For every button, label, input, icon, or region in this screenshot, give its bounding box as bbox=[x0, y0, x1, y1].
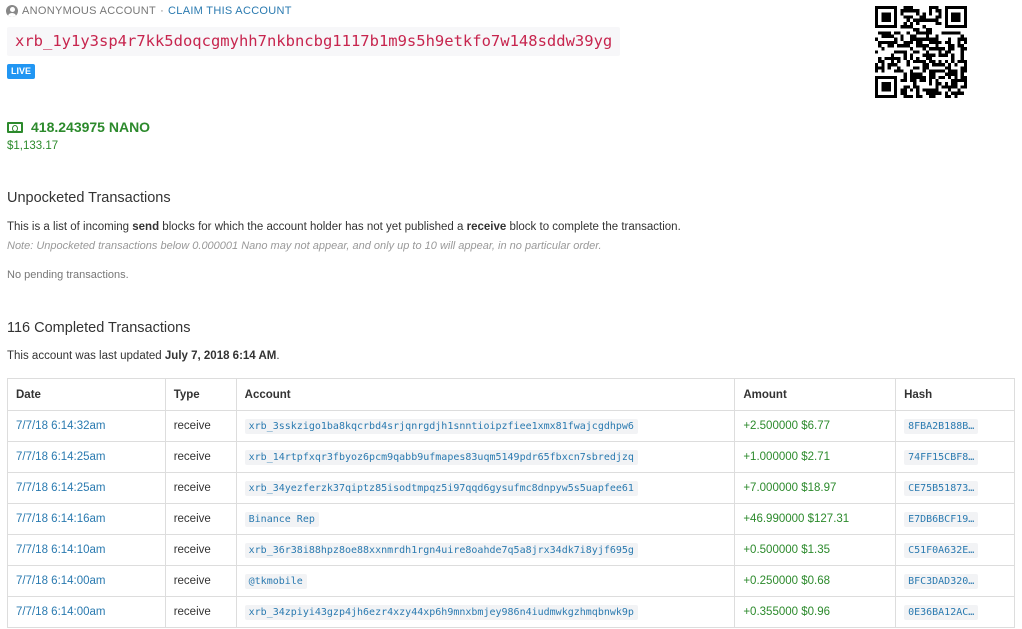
tx-type: receive bbox=[164, 503, 237, 535]
table-header-row: Date Type Account Amount Hash bbox=[7, 378, 1015, 411]
header-amount: Amount bbox=[734, 378, 897, 411]
tx-type: receive bbox=[164, 596, 237, 628]
balance-nano: 418.243975 NANO bbox=[7, 119, 150, 135]
table-row: 7/7/18 6:14:32am receive xrb_3sskzigo1ba… bbox=[7, 410, 1015, 442]
tx-amount: +0.250000 $0.68 bbox=[734, 565, 897, 597]
tx-type: receive bbox=[164, 565, 237, 597]
balance-value: 418.243975 NANO bbox=[31, 119, 151, 135]
tx-amount: +1.000000 $2.71 bbox=[734, 441, 897, 473]
qr-code bbox=[875, 6, 967, 98]
header-hash: Hash bbox=[895, 378, 1015, 411]
tx-amount: +0.500000 $1.35 bbox=[734, 534, 897, 566]
tx-account-link[interactable]: xrb_34zpiyi43gzp4jh6ezr4xzy44xp6h9mnxbmj… bbox=[244, 605, 638, 620]
tx-hash-link[interactable]: C51F0A632E… bbox=[904, 543, 979, 558]
desc-receive: receive bbox=[466, 221, 507, 233]
tx-account-link[interactable]: xrb_14rtpfxqr3fbyoz6pcm9qabb9ufmapes83uq… bbox=[244, 450, 638, 465]
last-updated-text: This account was last updated July 7, 20… bbox=[7, 350, 280, 362]
tx-amount: +2.500000 $6.77 bbox=[734, 410, 897, 442]
header-account: Account bbox=[235, 378, 736, 411]
table-row: 7/7/18 6:14:16am receive Binance Rep +46… bbox=[7, 503, 1015, 535]
no-pending-text: No pending transactions. bbox=[7, 269, 129, 281]
claim-account-link[interactable]: CLAIM THIS ACCOUNT bbox=[168, 5, 292, 17]
balance-usd: $1,133.17 bbox=[7, 140, 59, 152]
tx-amount: +0.355000 $0.96 bbox=[734, 596, 897, 628]
updated-date: July 7, 2018 6:14 AM bbox=[164, 350, 277, 362]
tx-amount: +46.990000 $127.31 bbox=[734, 503, 897, 535]
tx-type: receive bbox=[164, 441, 237, 473]
header-separator: · bbox=[160, 5, 165, 17]
desc-text-1: This is a list of incoming bbox=[7, 221, 133, 233]
table-row: 7/7/18 6:14:25am receive xrb_34yezferzk3… bbox=[7, 472, 1015, 504]
tx-account-link[interactable]: Binance Rep bbox=[244, 512, 319, 527]
anonymous-account-label: ANONYMOUS ACCOUNT bbox=[22, 5, 157, 17]
tx-date-link[interactable]: 7/7/18 6:14:32am bbox=[16, 420, 106, 432]
transactions-table: Date Type Account Amount Hash 7/7/18 6:1… bbox=[7, 378, 1015, 628]
tx-hash-link[interactable]: E7DB6BCF19… bbox=[904, 512, 979, 527]
tx-hash-link[interactable]: 8FBA2B188B… bbox=[904, 419, 979, 434]
desc-send: send bbox=[132, 221, 160, 233]
account-address[interactable]: xrb_1y1y3sp4r7kk5doqcgmyhh7nkbncbg1117b1… bbox=[7, 27, 621, 56]
tx-account-link[interactable]: xrb_3sskzigo1ba8kqcrbd4srjqnrgdjh1snntio… bbox=[244, 419, 638, 434]
table-row: 7/7/18 6:14:00am receive @tkmobile +0.25… bbox=[7, 565, 1015, 597]
tx-account-link[interactable]: xrb_34yezferzk37qiptz85isodtmpqz5i97qqd6… bbox=[244, 481, 638, 496]
tx-date-link[interactable]: 7/7/18 6:14:00am bbox=[16, 575, 106, 587]
tx-type: receive bbox=[164, 472, 237, 504]
tx-hash-link[interactable]: 0E36BA12AC… bbox=[904, 605, 979, 620]
tx-hash-link[interactable]: CE75B51873… bbox=[904, 481, 979, 496]
tx-account-link[interactable]: @tkmobile bbox=[244, 574, 307, 589]
updated-prefix: This account was last updated bbox=[7, 350, 165, 362]
tx-hash-link[interactable]: 74FF15CBF8… bbox=[904, 450, 979, 465]
tx-date-link[interactable]: 7/7/18 6:14:16am bbox=[16, 513, 106, 525]
unpocketed-note: Note: Unpocketed transactions below 0.00… bbox=[7, 240, 602, 252]
tx-date-link[interactable]: 7/7/18 6:14:25am bbox=[16, 451, 106, 463]
header-type: Type bbox=[164, 378, 237, 411]
live-badge: LIVE bbox=[7, 64, 36, 79]
tx-amount: +7.000000 $18.97 bbox=[734, 472, 897, 504]
tx-type: receive bbox=[164, 534, 237, 566]
tx-date-link[interactable]: 7/7/18 6:14:00am bbox=[16, 606, 106, 618]
table-row: 7/7/18 6:14:00am receive xrb_34zpiyi43gz… bbox=[7, 596, 1015, 628]
table-row: 7/7/18 6:14:10am receive xrb_36r38i88hpz… bbox=[7, 534, 1015, 566]
header-date: Date bbox=[7, 378, 166, 411]
table-row: 7/7/18 6:14:25am receive xrb_14rtpfxqr3f… bbox=[7, 441, 1015, 473]
tx-hash-link[interactable]: BFC3DAD320… bbox=[904, 574, 979, 589]
tx-date-link[interactable]: 7/7/18 6:14:25am bbox=[16, 482, 106, 494]
tx-account-link[interactable]: xrb_36r38i88hpz8oe88xxnmrdh1rgn4uire8oah… bbox=[244, 543, 638, 558]
unpocketed-title: Unpocketed Transactions bbox=[7, 190, 171, 206]
desc-text-3: block to complete the transaction. bbox=[506, 221, 681, 233]
account-header: ANONYMOUS ACCOUNT · CLAIM THIS ACCOUNT bbox=[6, 5, 292, 17]
desc-text-2: blocks for which the account holder has … bbox=[159, 221, 467, 233]
tx-date-link[interactable]: 7/7/18 6:14:10am bbox=[16, 544, 106, 556]
completed-title: 116 Completed Transactions bbox=[7, 320, 191, 336]
updated-suffix: . bbox=[276, 350, 280, 362]
user-circle-icon bbox=[6, 5, 18, 17]
tx-type: receive bbox=[164, 410, 237, 442]
money-bill-icon bbox=[7, 121, 23, 133]
unpocketed-description: This is a list of incoming send blocks f… bbox=[7, 221, 681, 233]
